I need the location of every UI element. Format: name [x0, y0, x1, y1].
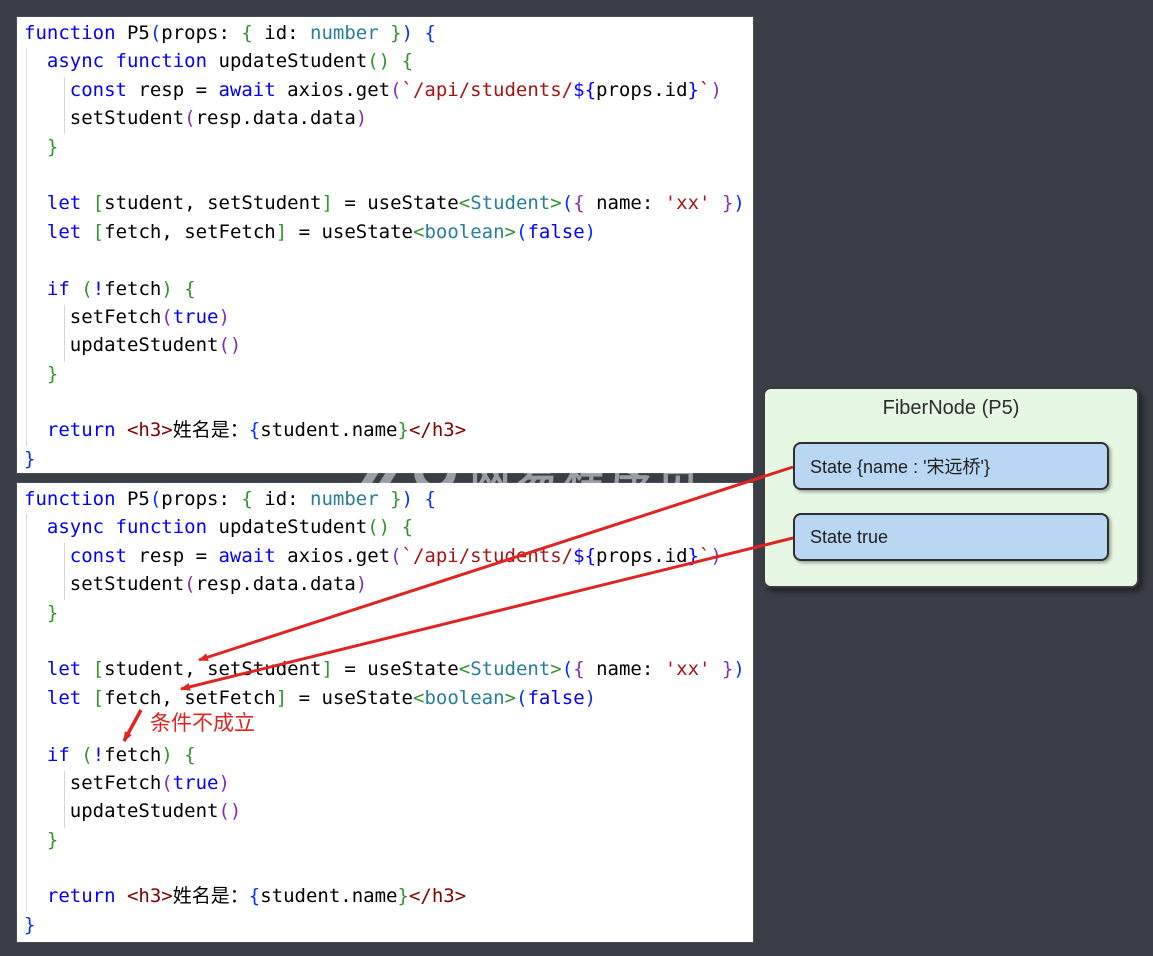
- state-box-name: State {name : '宋远桥'}: [793, 442, 1109, 490]
- code-line: return <h3>姓名是：{student.name}</h3>: [17, 882, 753, 910]
- indent-guide: [64, 77, 65, 134]
- code-line: const resp = await axios.get(`/api/stude…: [17, 542, 753, 570]
- code-line: function P5(props: { id: number }) {: [17, 485, 753, 513]
- code-line: setStudent(resp.data.data): [17, 104, 753, 132]
- fiber-node-diagram: FiberNode (P5) State {name : '宋远桥'} Stat…: [763, 387, 1139, 588]
- code-line: let [student, setStudent] = useState<Stu…: [17, 655, 753, 683]
- state-box-fetch: State true: [793, 513, 1109, 561]
- code-line: [17, 246, 753, 274]
- code-line: }: [17, 911, 753, 939]
- code-line: }: [17, 133, 753, 161]
- code-panel-bottom: function P5(props: { id: number }) { asy…: [17, 483, 753, 942]
- indent-guide: [64, 771, 65, 828]
- code-line: [17, 388, 753, 416]
- code-line: if (!fetch) {: [17, 275, 753, 303]
- code-line: setFetch(true): [17, 769, 753, 797]
- page-background: { "colors": { "page_background": "#3a3e4…: [0, 0, 1153, 956]
- code-line: [17, 161, 753, 189]
- code-line: updateStudent(): [17, 797, 753, 825]
- indent-guide: [26, 48, 27, 446]
- code-line: let [student, setStudent] = useState<Stu…: [17, 189, 753, 217]
- code-line: return <h3>姓名是：{student.name}</h3>: [17, 416, 753, 444]
- code-line: }: [17, 445, 753, 473]
- code-line: async function updateStudent() {: [17, 513, 753, 541]
- code-line: }: [17, 599, 753, 627]
- code-line: if (!fetch) {: [17, 741, 753, 769]
- indent-guide: [64, 305, 65, 362]
- code-line: }: [17, 360, 753, 388]
- code-line: setFetch(true): [17, 303, 753, 331]
- code-line: [17, 712, 753, 740]
- code-line: setStudent(resp.data.data): [17, 570, 753, 598]
- code-panel-top: function P5(props: { id: number }) { asy…: [17, 17, 753, 473]
- indent-guide: [64, 543, 65, 600]
- code-line: let [fetch, setFetch] = useState<boolean…: [17, 684, 753, 712]
- code-line: [17, 627, 753, 655]
- code-line: }: [17, 826, 753, 854]
- condition-annotation: 条件不成立: [150, 707, 255, 737]
- indent-guide: [26, 514, 27, 912]
- code-line: let [fetch, setFetch] = useState<boolean…: [17, 218, 753, 246]
- code-line: async function updateStudent() {: [17, 47, 753, 75]
- code-line: const resp = await axios.get(`/api/stude…: [17, 76, 753, 104]
- code-line: [17, 854, 753, 882]
- fiber-node-title: FiberNode (P5): [765, 389, 1137, 420]
- code-line: updateStudent(): [17, 331, 753, 359]
- code-line: function P5(props: { id: number }) {: [17, 19, 753, 47]
